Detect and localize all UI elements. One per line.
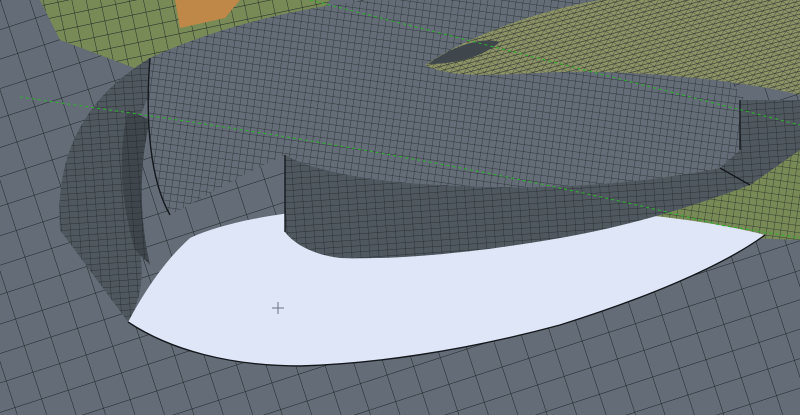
mesh-viewport[interactable]: [0, 0, 800, 415]
mesh-canvas[interactable]: [0, 0, 800, 415]
